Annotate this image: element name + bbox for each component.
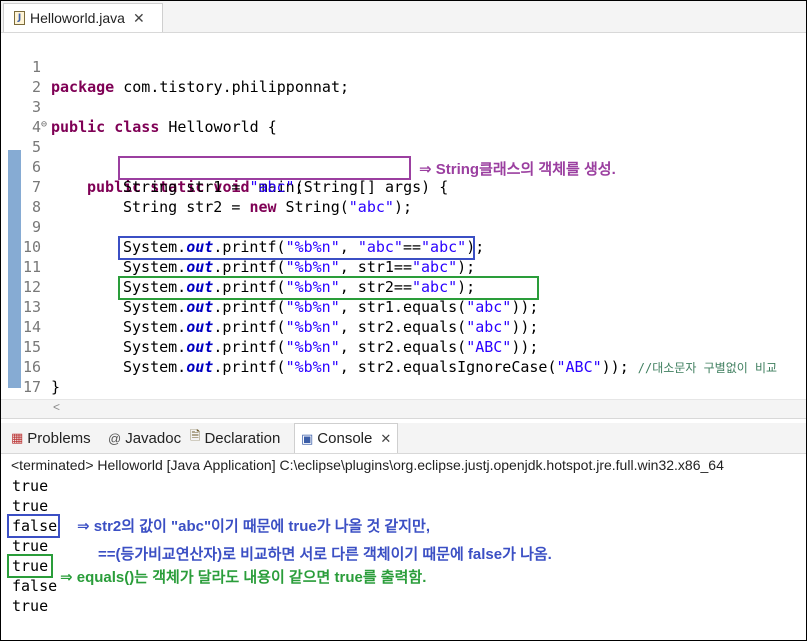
code-line-17: 17 } (1, 357, 806, 416)
code-line-15: 15 System.out.printf("%b%n", str2.equals… (1, 317, 806, 376)
scroll-left-icon[interactable]: < (53, 400, 60, 414)
code-line-1: 1 package com.tistory.philipponnat; (1, 37, 806, 96)
tab-label: Problems (27, 429, 91, 447)
console-status: <terminated> Helloworld [Java Applicatio… (1, 454, 806, 476)
editor-tab-helloworld[interactable]: J Helloworld.java ✕ (3, 3, 163, 32)
close-icon[interactable]: ✕ (380, 431, 391, 447)
highlight-box-console-true (7, 554, 53, 578)
tab-javadoc[interactable]: @ Javadoc (108, 423, 181, 453)
code-line-6: 6 String str1 = "abc"; (1, 137, 806, 196)
console-line: true (12, 477, 49, 495)
code-line-2: 2 (1, 57, 806, 96)
java-file-icon: J (14, 11, 25, 25)
console-line: true (12, 497, 49, 515)
highlight-box-line11 (118, 236, 475, 260)
editor-tab-bar: J Helloworld.java ✕ (1, 1, 806, 33)
horizontal-scrollbar[interactable]: < (1, 399, 806, 419)
problems-icon: ▦ (11, 430, 24, 445)
code-line-9: 9 System.out.printf("%b%n", "abc"=="abc"… (1, 197, 806, 256)
code-line-3: 3 public class Helloworld { (1, 77, 806, 136)
highlight-box-line7 (118, 156, 411, 180)
annotation-true: ⇒ equals()는 객체가 달라도 내용이 같으면 true를 출력함. (60, 569, 427, 586)
declaration-icon: 🗎 (190, 428, 201, 443)
tab-label: Console (317, 430, 373, 447)
tab-problems[interactable]: ▦ Problems (11, 423, 91, 453)
fold-icon[interactable]: ⊖ (41, 115, 47, 135)
close-icon[interactable]: ✕ (133, 10, 145, 27)
javadoc-icon: @ (108, 430, 122, 446)
console-status-text: <terminated> Helloworld [Java Applicatio… (11, 457, 724, 473)
code-line-16: 16 } (1, 337, 806, 396)
console-line: false (12, 577, 58, 595)
highlight-box-console-false (7, 514, 60, 538)
code-line-18: 18 (1, 377, 806, 416)
code-line-10: 10 System.out.printf("%b%n", str1=="abc"… (1, 217, 806, 276)
code-line-8: 8 (1, 177, 806, 216)
code-editor[interactable]: 1 package com.tistory.philipponnat; 2 3 … (1, 33, 806, 416)
tab-declaration[interactable]: 🗎 Declaration (190, 423, 280, 453)
console-line: true (12, 597, 49, 615)
tab-console[interactable]: ▣ Console ✕ (294, 423, 399, 453)
annotation-line7: ⇒ String클래스의 객체를 생성. (419, 161, 616, 178)
highlight-box-line13 (118, 276, 539, 300)
annotation-false-1: ⇒ str2의 값이 "abc"이기 때문에 true가 나올 것 같지만, (77, 518, 431, 535)
view-tab-bar: ▦ Problems @ Javadoc 🗎 Declaration ▣ Con… (1, 423, 806, 454)
code-line-5: 5 ⊖ public static void main(String[] arg… (1, 115, 806, 196)
code-line-4: 4 (1, 97, 806, 136)
console-icon: ▣ (301, 430, 314, 446)
editor-tab-title: Helloworld.java (30, 10, 125, 26)
annotation-false-2: ==(등가비교연산자)로 비교하면 서로 다른 객체이기 때문에 false가 … (98, 546, 552, 563)
console-line: true (12, 537, 49, 555)
code-line-14: 14 System.out.printf("%b%n", str2.equals… (1, 297, 806, 356)
code-line-12: 12 System.out.printf("%b%n", str1.equals… (1, 257, 806, 316)
tab-label: Declaration (204, 429, 281, 447)
tab-label: Javadoc (125, 429, 182, 447)
